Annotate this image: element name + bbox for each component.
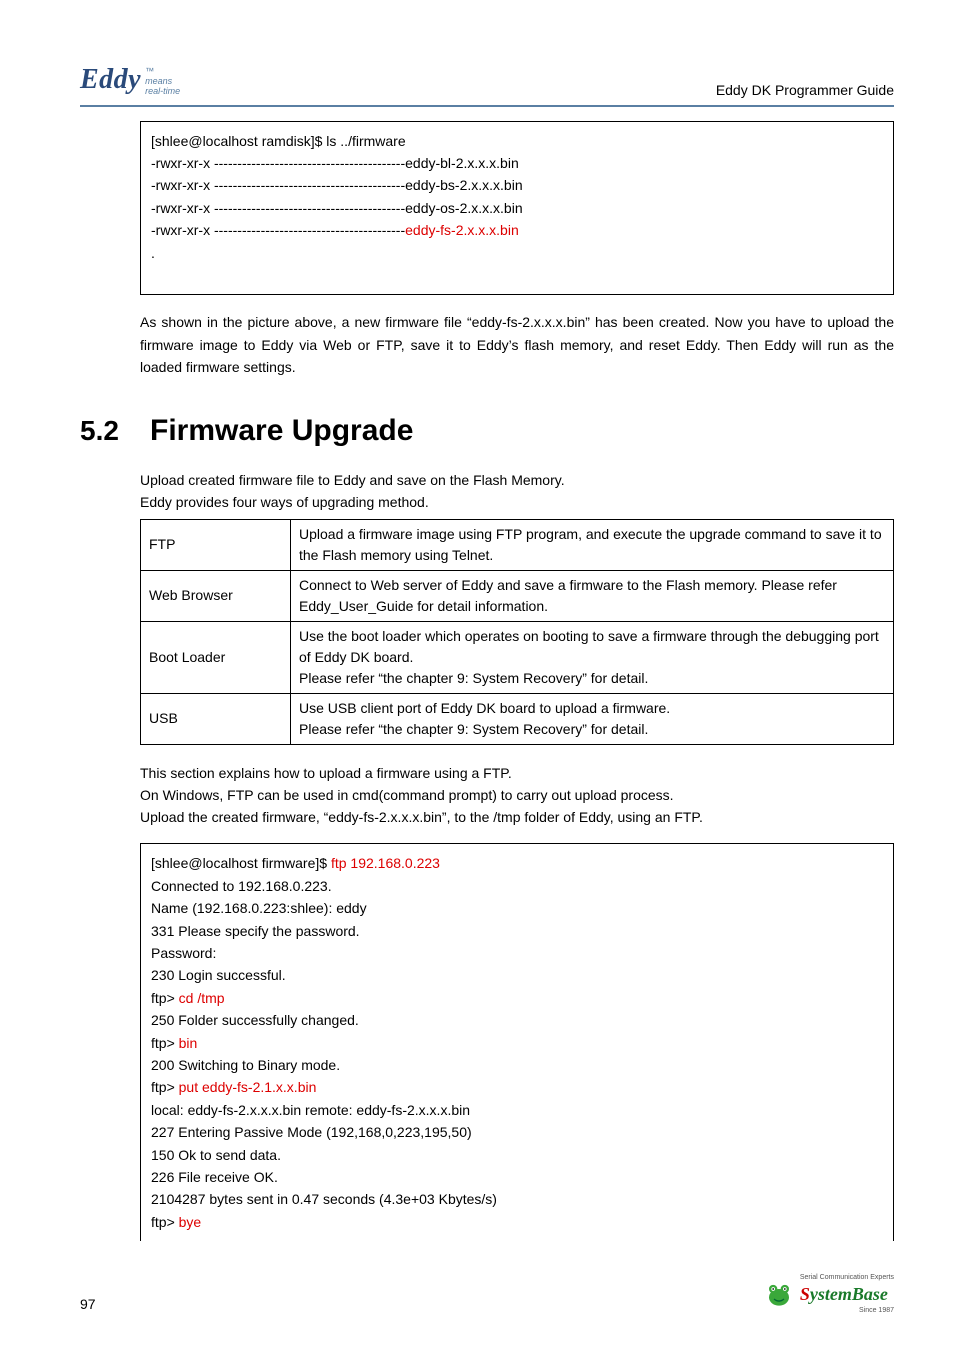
ftp-command: bye [179, 1214, 202, 1230]
terminal-line: 331 Please specify the password. [151, 920, 883, 942]
ftp-command: ftp 192.168.0.223 [331, 855, 440, 871]
method-desc: Connect to Web server of Eddy and save a… [291, 570, 894, 621]
section-title: Firmware Upgrade [150, 409, 413, 453]
terminal-line: 226 File receive OK. [151, 1166, 883, 1188]
terminal-line: Name (192.168.0.223:shlee): eddy [151, 897, 883, 919]
footer-since: Since 1987 [800, 1307, 894, 1314]
terminal-line [151, 264, 883, 286]
logo-main-text: Eddy [80, 60, 141, 101]
page-footer: 97 Serial Communication Experts SystemBa… [80, 1274, 894, 1314]
intro-line: Upload created firmware file to Eddy and… [140, 470, 894, 490]
method-desc: Use the boot loader which operates on bo… [291, 621, 894, 693]
terminal-line: local: eddy-fs-2.x.x.x.bin remote: eddy-… [151, 1099, 883, 1121]
footer-tagline: Serial Communication Experts [800, 1274, 894, 1281]
method-desc: Use USB client port of Eddy DK board to … [291, 693, 894, 744]
table-row: FTP Upload a firmware image using FTP pr… [141, 519, 894, 570]
ftp-command: put eddy-fs-2.1.x.x.bin [179, 1079, 317, 1095]
terminal-line: ftp> put eddy-fs-2.1.x.x.bin [151, 1076, 883, 1098]
footer-logo: Serial Communication Experts SystemBase … [762, 1274, 894, 1314]
terminal-output-ftp: [shlee@localhost firmware]$ ftp 192.168.… [140, 843, 894, 1241]
terminal-line: 200 Switching to Binary mode. [151, 1054, 883, 1076]
terminal-line: -rwxr-xr-x -----------------------------… [151, 174, 883, 196]
method-name: Web Browser [141, 570, 291, 621]
ftp-command: cd /tmp [179, 990, 225, 1006]
terminal-line: ftp> cd /tmp [151, 987, 883, 1009]
terminal-line: 230 Login successful. [151, 964, 883, 986]
terminal-line: 227 Entering Passive Mode (192,168,0,223… [151, 1121, 883, 1143]
terminal-line: [shlee@localhost firmware]$ ftp 192.168.… [151, 852, 883, 874]
table-row: USB Use USB client port of Eddy DK board… [141, 693, 894, 744]
table-row: Boot Loader Use the boot loader which op… [141, 621, 894, 693]
systembase-wordmark: Serial Communication Experts SystemBase … [800, 1274, 894, 1314]
intro-line: Eddy provides four ways of upgrading met… [140, 492, 894, 512]
terminal-output-ls: [shlee@localhost ramdisk]$ ls ../firmwar… [140, 121, 894, 296]
body-line: On Windows, FTP can be used in cmd(comma… [140, 785, 894, 805]
terminal-line: -rwxr-xr-x -----------------------------… [151, 219, 883, 241]
body-line: This section explains how to upload a fi… [140, 763, 894, 783]
page-header: Eddy ™ means real-time Eddy DK Programme… [80, 60, 894, 107]
method-name: USB [141, 693, 291, 744]
terminal-line: ftp> bye [151, 1211, 883, 1233]
section-heading: 5.2 Firmware Upgrade [80, 409, 894, 453]
terminal-line: -rwxr-xr-x -----------------------------… [151, 197, 883, 219]
terminal-line: 150 Ok to send data. [151, 1144, 883, 1166]
frog-icon [762, 1279, 796, 1309]
terminal-line: . [151, 242, 883, 264]
doc-title: Eddy DK Programmer Guide [716, 80, 894, 100]
page-number: 97 [80, 1294, 96, 1314]
paragraph-explanation: As shown in the picture above, a new fir… [140, 311, 894, 378]
method-name: FTP [141, 519, 291, 570]
logo: Eddy ™ means real-time [80, 60, 180, 101]
terminal-line: [shlee@localhost ramdisk]$ ls ../firmwar… [151, 130, 883, 152]
logo-subtext: ™ means real-time [145, 67, 180, 101]
terminal-line: Password: [151, 942, 883, 964]
terminal-line: 250 Folder successfully changed. [151, 1009, 883, 1031]
terminal-line: Connected to 192.168.0.223. [151, 875, 883, 897]
section-number: 5.2 [80, 411, 130, 452]
highlighted-file: eddy-fs-2.x.x.x.bin [405, 222, 519, 238]
method-desc: Upload a firmware image using FTP progra… [291, 519, 894, 570]
method-name: Boot Loader [141, 621, 291, 693]
body-line: Upload the created firmware, “eddy-fs-2.… [140, 807, 894, 827]
terminal-line: -rwxr-xr-x -----------------------------… [151, 152, 883, 174]
terminal-line: 2104287 bytes sent in 0.47 seconds (4.3e… [151, 1188, 883, 1210]
upgrade-methods-table: FTP Upload a firmware image using FTP pr… [140, 519, 894, 745]
table-row: Web Browser Connect to Web server of Edd… [141, 570, 894, 621]
terminal-line: ftp> bin [151, 1032, 883, 1054]
ftp-command: bin [179, 1035, 198, 1051]
